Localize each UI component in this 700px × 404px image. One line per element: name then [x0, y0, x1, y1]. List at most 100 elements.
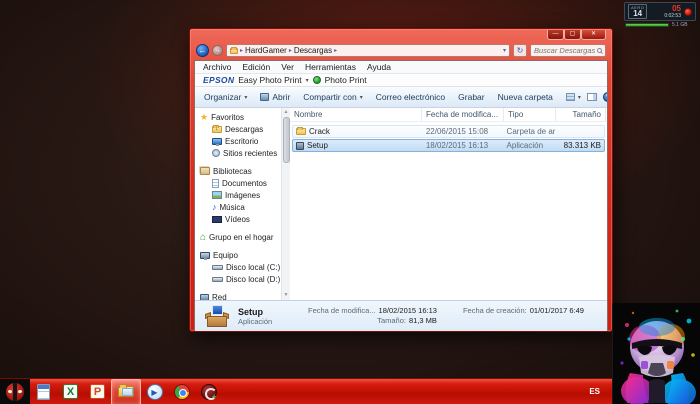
details-created-label: Fecha de creación: — [462, 306, 527, 315]
details-name-column: Setup Aplicación — [238, 307, 300, 326]
equipo-label: Equipo — [213, 250, 238, 260]
email-button[interactable]: Correo electrónico — [376, 92, 445, 102]
sidebar-item-grupo-hogar[interactable]: ⌂ Grupo en el hogar — [200, 231, 281, 243]
chevron-down-icon[interactable]: ▾ — [306, 77, 309, 84]
recorder-bar-row: 5.1 GB — [624, 22, 696, 28]
change-view-button[interactable]: ▾ — [565, 93, 581, 101]
download-manager-icon — [200, 383, 217, 401]
sidebar-scrollbar[interactable]: ▲ ▼ — [281, 108, 290, 300]
sidebar-item-sitios-recientes[interactable]: Sitios recientes — [200, 147, 281, 159]
sidebar-item-musica[interactable]: ♪ Música — [200, 201, 281, 213]
search-box[interactable] — [530, 44, 606, 57]
epson-brand: EPSON — [203, 75, 235, 85]
epson-easy-photo-print-menu[interactable]: Easy Photo Print — [238, 75, 301, 85]
taskbar-item-powerpoint[interactable]: P — [84, 379, 111, 404]
menu-edicion[interactable]: Edición — [242, 62, 270, 72]
libraries-section: Bibliotecas Documentos Imágenes ♪ Música… — [200, 165, 281, 225]
file-modified: 18/02/2015 16:13 — [425, 141, 489, 150]
column-header-tamano[interactable]: Tamaño — [556, 108, 606, 121]
breadcrumb-segment-descargas[interactable]: Descargas — [294, 46, 332, 55]
file-row-crack[interactable]: Crack 22/06/2015 15:08 Carpeta de archiv… — [292, 125, 605, 138]
back-button[interactable]: ← — [196, 44, 209, 57]
file-row-setup[interactable]: Setup 18/02/2015 16:13 Aplicación 83.313… — [292, 139, 605, 152]
explorer-main: ★ Favoritos Descargas Escritorio — [195, 108, 607, 300]
computer-section: Equipo Disco local (C:) Disco local (D:) — [200, 249, 281, 285]
details-modified-value: 18/02/2015 16:13 — [378, 306, 437, 315]
file-rows: Crack 22/06/2015 15:08 Carpeta de archiv… — [290, 122, 607, 153]
maximize-button[interactable]: ▢ — [564, 30, 581, 40]
minimize-button[interactable]: — — [547, 30, 564, 40]
sidebar-item-red[interactable]: Red — [200, 291, 281, 300]
menu-herramientas[interactable]: Herramientas — [305, 62, 356, 72]
recorder-progress-bar — [625, 23, 669, 27]
breadcrumb-segment-hardgamer[interactable]: HardGamer — [245, 46, 287, 55]
breadcrumb[interactable]: ▸ HardGamer ▸ Descargas ▸ ▾ — [226, 44, 510, 57]
hard-drive-icon — [212, 264, 223, 270]
file-type: Aplicación — [506, 141, 544, 150]
open-button[interactable]: Abrir — [260, 92, 290, 102]
new-folder-button[interactable]: Nueva carpeta — [498, 92, 553, 102]
column-header-fecha[interactable]: Fecha de modifica... — [422, 108, 504, 121]
powerpoint-icon: P — [90, 384, 105, 399]
taskbar: X P ▶ ES — [0, 378, 700, 404]
sidebar-item-favoritos[interactable]: ★ Favoritos — [200, 111, 281, 123]
title-bar[interactable]: — ▢ ✕ — [190, 29, 612, 41]
refresh-button[interactable]: ↻ — [513, 44, 527, 57]
sidebar-item-disco-c[interactable]: Disco local (C:) — [200, 261, 281, 273]
sidebar-item-descargas[interactable]: Descargas — [200, 123, 281, 135]
sitios-recientes-label: Sitios recientes — [223, 148, 278, 158]
taskbar-item-download-manager[interactable] — [195, 379, 222, 404]
window-client-area: Archivo Edición Ver Herramientas Ayuda E… — [194, 60, 608, 331]
taskbar-item-media-player[interactable]: ▶ — [141, 379, 168, 404]
recorder-counter: 05 — [672, 3, 681, 13]
close-button[interactable]: ✕ — [581, 30, 606, 40]
help-button[interactable]: ? — [602, 92, 607, 102]
scroll-down-icon[interactable]: ▼ — [284, 291, 289, 300]
epson-photo-print-icon — [312, 76, 321, 84]
record-indicator-icon[interactable] — [684, 7, 692, 16]
taskbar-item-chrome[interactable] — [168, 379, 195, 404]
scrollbar-thumb[interactable] — [282, 117, 290, 163]
favorites-label: Favoritos — [211, 112, 244, 122]
column-header-tipo[interactable]: Tipo — [504, 108, 556, 121]
sidebar-item-imagenes[interactable]: Imágenes — [200, 189, 281, 201]
view-controls: ▾ ? — [565, 92, 607, 102]
menu-ayuda[interactable]: Ayuda — [367, 62, 391, 72]
command-bar: Organizar ▾ Abrir Compartir con ▾ Correo… — [195, 87, 607, 108]
language-indicator[interactable]: ES — [579, 387, 610, 396]
epson-photo-print-button[interactable]: Photo Print — [325, 75, 367, 85]
sidebar-item-videos[interactable]: Vídeos — [200, 213, 281, 225]
forward-button[interactable]: → — [212, 45, 223, 56]
desktop: AERO 14 05 0:02:53 5.1 GB — ▢ ✕ ← → ▸ Ha… — [0, 0, 700, 404]
share-with-button[interactable]: Compartir con ▾ — [303, 92, 362, 102]
sidebar-item-documentos[interactable]: Documentos — [200, 177, 281, 189]
grupo-hogar-label: Grupo en el hogar — [209, 232, 274, 242]
musica-label: Música — [219, 202, 245, 212]
location-folder-icon — [230, 46, 238, 54]
sidebar-item-equipo[interactable]: Equipo — [200, 249, 281, 261]
share-label: Compartir con — [303, 92, 357, 102]
breadcrumb-separator: ▸ — [240, 48, 244, 54]
preview-pane-button[interactable] — [586, 93, 597, 101]
sidebar-item-disco-d[interactable]: Disco local (D:) — [200, 273, 281, 285]
libraries-icon — [200, 167, 210, 175]
details-fields: Fecha de modifica... 18/02/2015 16:13 Ta… — [308, 306, 584, 326]
scroll-up-icon[interactable]: ▲ — [284, 108, 289, 117]
organize-button[interactable]: Organizar ▾ — [204, 92, 247, 102]
start-button[interactable] — [0, 378, 30, 404]
menu-archivo[interactable]: Archivo — [203, 62, 231, 72]
address-dropdown-icon[interactable]: ▾ — [503, 47, 506, 54]
search-input[interactable] — [534, 46, 597, 55]
taskbar-item-explorer-active[interactable] — [111, 378, 141, 404]
recorder-time-cell: 05 0:02:53 — [650, 3, 681, 19]
views-grid-icon — [565, 93, 575, 101]
sidebar-item-bibliotecas[interactable]: Bibliotecas — [200, 165, 281, 177]
menu-ver[interactable]: Ver — [281, 62, 294, 72]
sidebar-item-escritorio[interactable]: Escritorio — [200, 135, 281, 147]
burn-button[interactable]: Grabar — [458, 92, 484, 102]
column-header-nombre[interactable]: Nombre — [290, 108, 422, 121]
application-icon — [296, 141, 304, 150]
taskbar-item-excel[interactable]: X — [57, 379, 84, 404]
taskbar-item-word-document[interactable] — [30, 379, 57, 404]
music-icon: ♪ — [212, 201, 217, 212]
